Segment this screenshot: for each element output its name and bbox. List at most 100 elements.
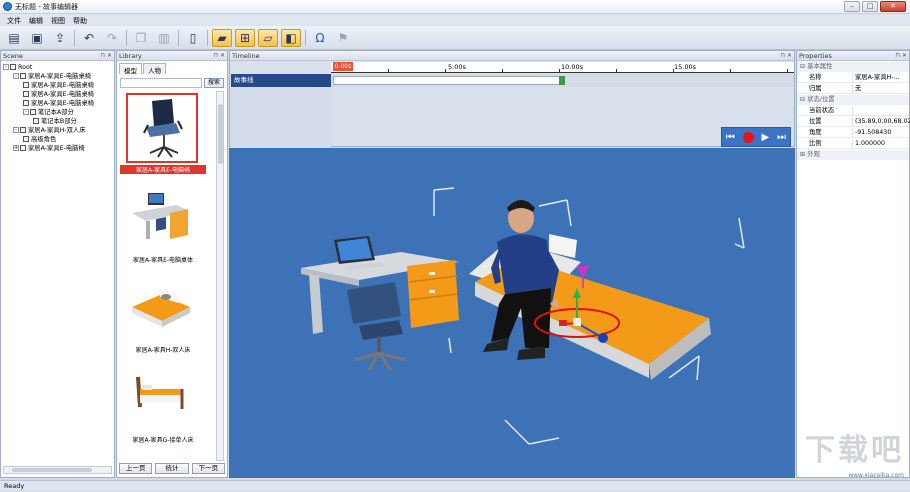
next-page-button[interactable]: 下一页 [191, 463, 225, 474]
export-icon[interactable]: ⇪ [50, 29, 70, 47]
tick-label: 10.00s [561, 63, 583, 71]
scene-tree-label: Root [18, 64, 33, 71]
scene-tree-label: 家居A-家具E-电脑桌椅 [31, 100, 95, 107]
collapse-icon[interactable]: - [13, 127, 19, 133]
library-item-caption: 家居A-家具H-双人床 [135, 347, 191, 354]
playhead[interactable]: 0.00s [333, 62, 353, 71]
menu-view[interactable]: 视图 [48, 14, 70, 26]
scene-tree-item[interactable]: - 家居A-家具E-电脑桌椅 [3, 72, 112, 81]
scene-viewport[interactable] [229, 148, 795, 478]
properties-icon[interactable]: ◧ [281, 28, 301, 47]
count-button[interactable]: 统计 [155, 463, 189, 474]
document-icon[interactable]: ▯ [183, 29, 203, 47]
section-basic[interactable]: ⊟ 基本属性 [797, 62, 909, 72]
paste-icon[interactable]: ▥ [154, 29, 174, 47]
toolbar: ▤ ▣ ⇪ ↶ ↷ ❐ ▥ ▯ ▰ ⊞ ▱ ◧ Ω ⚑ [0, 26, 910, 50]
minimize-button[interactable]: – [844, 1, 860, 12]
scene-panel-header: Scene ⊓ ✕ [1, 51, 114, 61]
new-file-icon[interactable]: ▤ [4, 29, 24, 47]
scene-tree-item[interactable]: 高级角色 [3, 135, 112, 144]
tick-label: 5.00s [448, 63, 466, 71]
pin-close-icon[interactable]: ⊓ ✕ [780, 51, 792, 61]
library-item-computer-desk[interactable]: 家居A-家具E-电脑桌体 [120, 181, 216, 269]
tab-models[interactable]: 模型 [119, 63, 142, 75]
title-bar: 无标题 - 故事编辑器 – □ ✕ [0, 0, 910, 14]
pin-close-icon[interactable]: ⊓ ✕ [895, 51, 907, 61]
collapse-icon[interactable]: - [13, 73, 19, 79]
play-icon[interactable]: ▶ [762, 132, 770, 143]
scene-tree-item[interactable]: 家居A-家具E-电脑桌椅 [3, 90, 112, 99]
close-button[interactable]: ✕ [880, 1, 906, 12]
flag-icon[interactable]: ⚑ [333, 29, 353, 47]
scene-tree-item[interactable]: - 笔记本A部分 [3, 108, 112, 117]
horizontal-scrollbar[interactable] [3, 466, 112, 474]
window-title: 无标题 - 故事编辑器 [15, 3, 78, 11]
prev-page-button[interactable]: 上一页 [119, 463, 153, 474]
collapse-icon[interactable]: - [3, 64, 9, 70]
scene-tree-label: 家居A-家具H-双人床 [28, 127, 86, 134]
scene-tree-item[interactable]: - 家居A-家具H-双人床 [3, 126, 112, 135]
prop-row-angle[interactable]: 角度 -91.508430 [797, 128, 909, 138]
pin-close-icon[interactable]: ⊓ ✕ [100, 51, 112, 61]
office-chair-model[interactable] [347, 282, 406, 371]
track-clip[interactable] [333, 76, 561, 85]
maximize-button[interactable]: □ [862, 1, 878, 12]
watermark-url: www.xiazaiba.com [848, 472, 904, 479]
properties-panel-header: Properties ⊓ ✕ [797, 51, 909, 61]
search-button[interactable]: 搜索 [204, 78, 224, 88]
collapse-icon[interactable]: - [23, 109, 29, 115]
node-icon [33, 118, 39, 124]
record-icon[interactable] [742, 131, 754, 143]
expand-icon[interactable]: + [13, 145, 19, 151]
scene-tree-item[interactable]: - Root [3, 63, 112, 72]
prop-row-position[interactable]: 位置 (35.89,0.00,68.02) [797, 117, 910, 127]
section-other[interactable]: ⊞ 外观 [797, 150, 909, 160]
status-bar: Ready [0, 480, 910, 491]
scene-tree-item[interactable]: + 家居A-家具E-电脑椅 [3, 144, 112, 153]
skip-back-icon[interactable]: ⏮ [726, 132, 735, 143]
timeline-ruler[interactable]: 0.00s 5.00s 10.00s 15.00s [331, 62, 794, 73]
track-name[interactable]: 故事线 [231, 74, 331, 87]
library-item-double-bed[interactable]: 家居A-家具H-双人床 [120, 271, 216, 359]
menu-help[interactable]: 帮助 [70, 14, 92, 26]
prop-row-scale[interactable]: 比例 1.000000 [797, 139, 909, 149]
tab-characters[interactable]: 人物 [143, 63, 166, 75]
scene-folder-icon[interactable]: ▰ [212, 28, 232, 47]
section-status[interactable]: ⊟ 状态/位置 [797, 95, 909, 105]
vertical-scrollbar[interactable] [216, 91, 224, 461]
menu-edit[interactable]: 编辑 [26, 14, 48, 26]
node-icon [20, 127, 26, 133]
library-item-single-bed[interactable]: 家居A-家具G-接单人床 [120, 361, 216, 449]
node-icon [30, 109, 36, 115]
prop-row-parent[interactable]: 归属无 [797, 84, 909, 94]
save-icon[interactable]: ▣ [27, 29, 47, 47]
undo-icon[interactable]: ↶ [79, 29, 99, 47]
character-model[interactable] [483, 200, 559, 360]
clip-end-handle[interactable] [559, 76, 565, 85]
hierarchy-icon[interactable]: ⊞ [235, 28, 255, 47]
scene-tree-label: 笔记本B部分 [41, 118, 77, 125]
scene-tree-item[interactable]: 笔记本B部分 [3, 117, 112, 126]
scene-tree-item[interactable]: 家居A-家具E-电脑桌椅 [3, 99, 112, 108]
pin-close-icon[interactable]: ⊓ ✕ [213, 51, 225, 61]
skip-forward-icon[interactable]: ⏭ [777, 132, 786, 143]
scene-tree-label: 家居A-家具E-电脑桌椅 [28, 73, 92, 80]
menu-file[interactable]: 文件 [4, 14, 26, 26]
scene-tree: - Root - 家居A-家具E-电脑桌椅 家居A-家具E-电脑桌椅 家居A-家具E-电脑… [3, 63, 112, 153]
copy-icon[interactable]: ❐ [131, 29, 151, 47]
node-icon [23, 91, 29, 97]
search-input[interactable] [120, 78, 202, 88]
prop-row-state[interactable]: 当前状态 [797, 106, 909, 116]
library-item-office-chair[interactable]: 家居A-家具E-电脑椅 [120, 91, 216, 179]
open-folder-icon[interactable]: ▱ [258, 28, 278, 47]
track-body[interactable] [331, 74, 794, 87]
magnet-icon[interactable]: Ω [310, 29, 330, 47]
redo-icon[interactable]: ↷ [102, 29, 122, 47]
3d-scene [301, 187, 745, 445]
watermark-logo: 下载吧 [805, 433, 904, 468]
computer-desk-icon [132, 193, 190, 239]
scene-tree-item[interactable]: 家居A-家具E-电脑桌椅 [3, 81, 112, 90]
library-panel-header: Library ⊓ ✕ [117, 51, 227, 61]
prop-row-name[interactable]: 名称 家居A-家具H-... [797, 73, 909, 83]
library-panel: Library ⊓ ✕ 模型 人物 搜索 家居A-家具E-电脑椅 家居A-家具E… [116, 50, 228, 478]
